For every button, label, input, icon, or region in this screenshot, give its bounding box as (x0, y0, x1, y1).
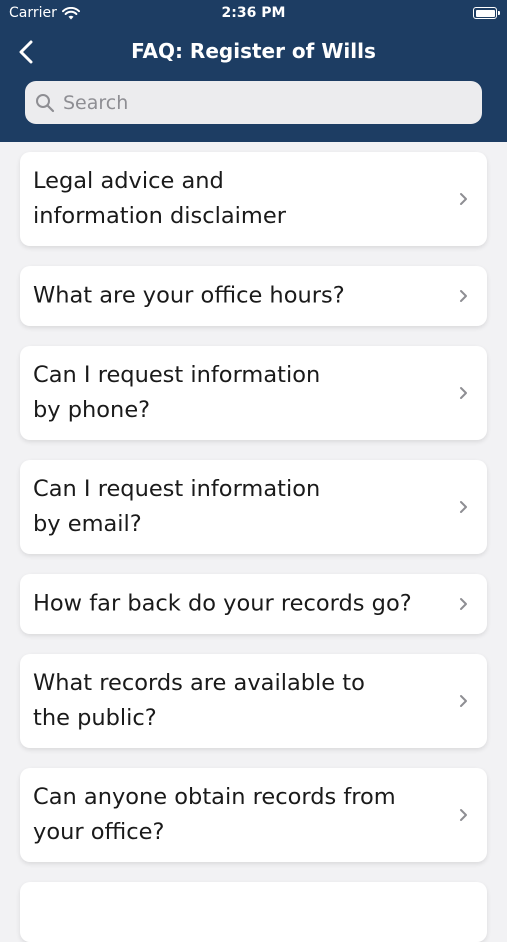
faq-item-who-can-obtain[interactable]: Can anyone obtain records from your offic… (20, 768, 487, 862)
status-bar: Carrier 2:36 PM (0, 0, 507, 28)
page-title: FAQ: Register of Wills (131, 39, 376, 63)
search-bar[interactable] (25, 81, 482, 124)
faq-item-label: What records are available to the public? (33, 670, 365, 731)
chevron-right-icon (460, 695, 467, 707)
chevron-right-icon (460, 193, 467, 205)
faq-item-label: Can I request information by email? (33, 476, 321, 537)
faq-item-legal-disclaimer[interactable]: Legal advice and information disclaimer (20, 152, 487, 246)
search-input[interactable] (61, 90, 465, 115)
search-icon (36, 93, 55, 112)
faq-item-records-history[interactable]: How far back do your records go? (20, 574, 487, 634)
faq-item-request-by-email[interactable]: Can I request information by email? (20, 460, 487, 554)
chevron-right-icon (460, 501, 467, 513)
chevron-right-icon (460, 290, 467, 302)
battery-icon (473, 7, 500, 19)
faq-item-office-hours[interactable]: What are your office hours? (20, 266, 487, 326)
faq-item-label: Can anyone obtain records from your offic… (33, 784, 396, 845)
faq-item-request-by-phone[interactable]: Can I request information by phone? (20, 346, 487, 440)
clock: 2:36 PM (221, 5, 286, 21)
faq-item-label: Can I request information by phone? (33, 362, 321, 423)
chevron-right-icon (460, 809, 467, 821)
faq-item-label: Legal advice and information disclaimer (33, 168, 286, 229)
faq-item-label: What are your office hours? (33, 282, 345, 309)
nav-bar: FAQ: Register of Wills (0, 36, 507, 68)
chevron-right-icon (460, 598, 467, 610)
faq-item-public-records[interactable]: What records are available to the public? (20, 654, 487, 748)
chevron-right-icon (460, 387, 467, 399)
faq-item-partial[interactable] (20, 882, 487, 942)
faq-item-label: How far back do your records go? (33, 590, 412, 617)
navigation-header: Carrier 2:36 PM FAQ: Register of Wills (0, 0, 507, 142)
